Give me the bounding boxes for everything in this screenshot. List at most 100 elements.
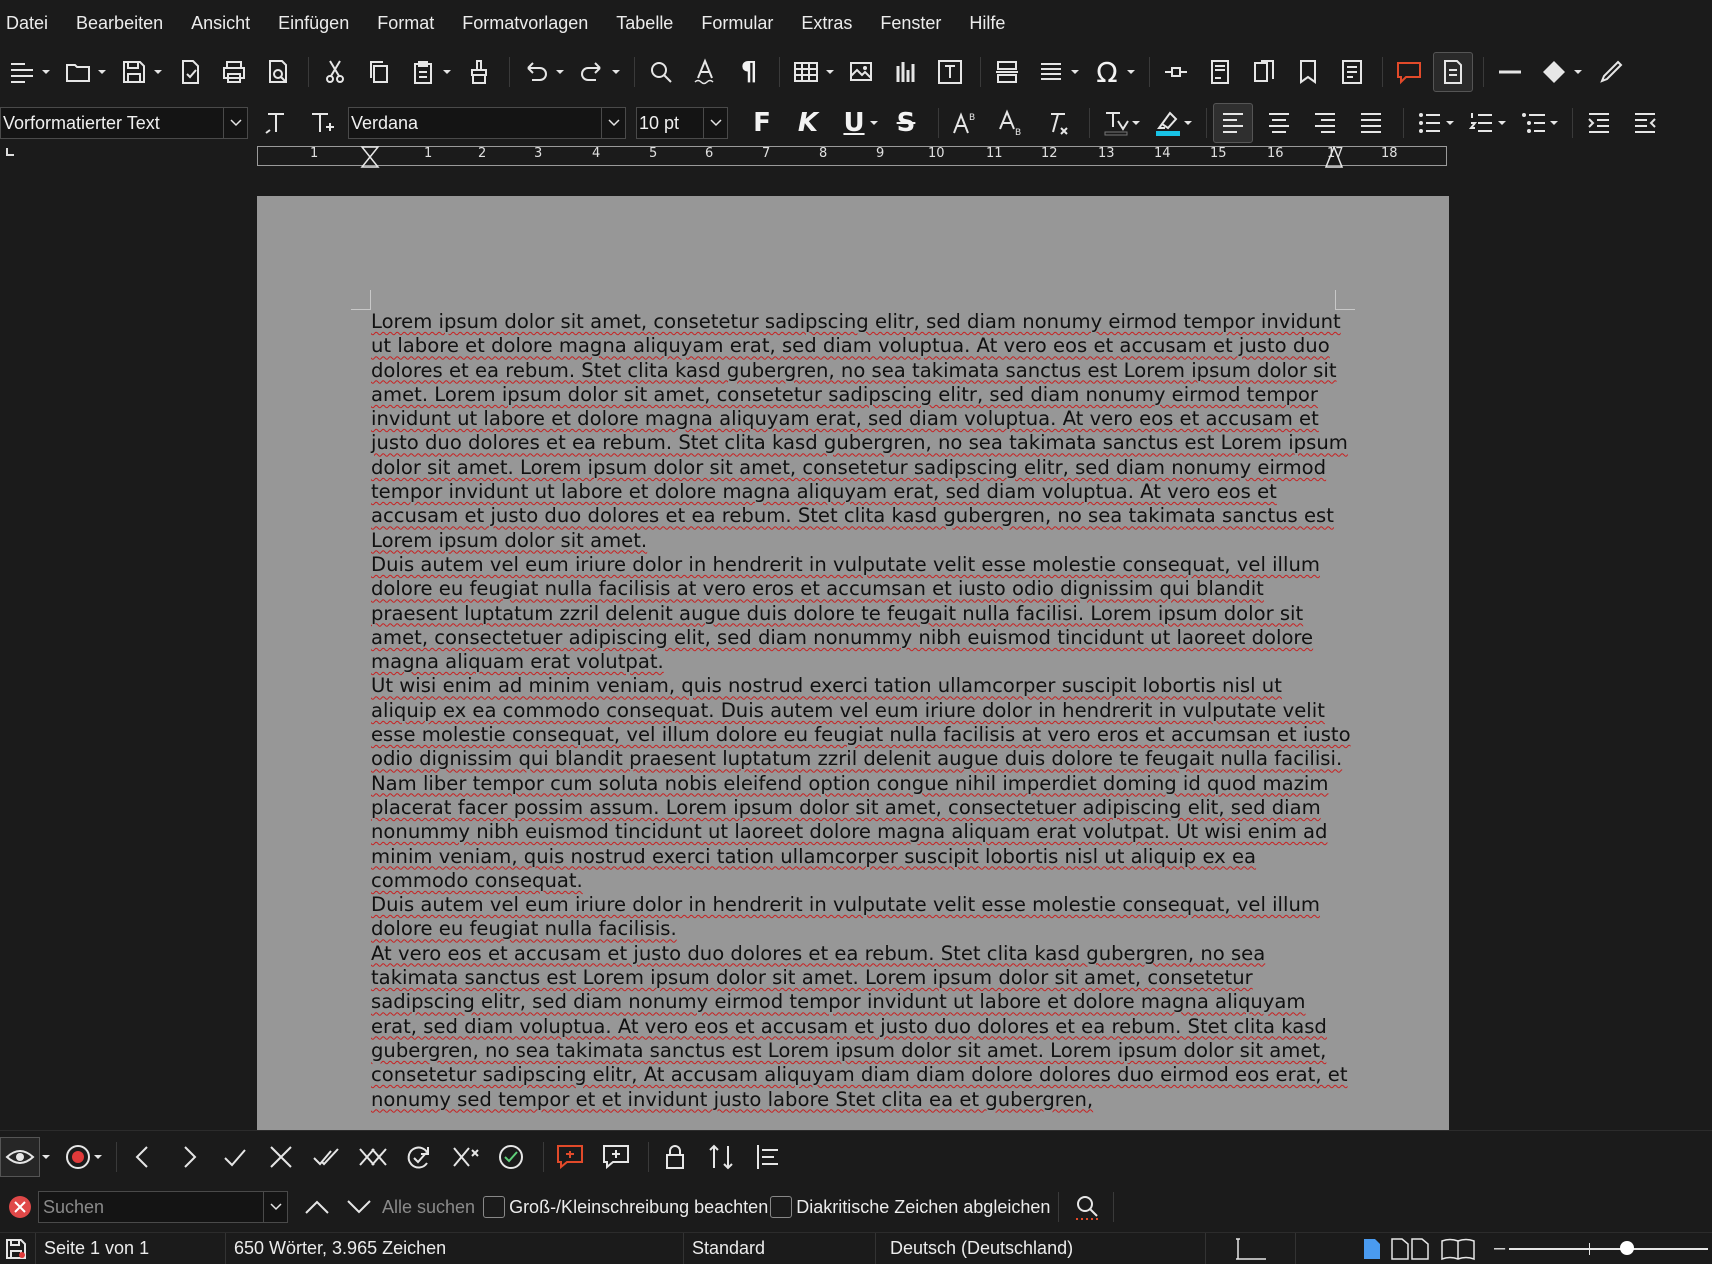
reject-change-button[interactable] <box>261 1137 301 1177</box>
special-character-button[interactable]: Ω <box>1087 52 1127 92</box>
zoom-handle[interactable] <box>1620 1240 1635 1255</box>
cut-button[interactable] <box>315 52 355 92</box>
menu-bearbeiten[interactable]: Bearbeiten <box>74 9 165 38</box>
zoom-track[interactable] <box>1509 1240 1708 1255</box>
merge-document-button[interactable] <box>701 1137 741 1177</box>
menu-hilfe[interactable]: Hilfe <box>967 9 1007 38</box>
underline-button[interactable]: U <box>834 103 874 143</box>
font-name-combo[interactable]: Verdana <box>348 107 626 139</box>
find-replace-button[interactable] <box>641 52 681 92</box>
save-button[interactable] <box>114 52 154 92</box>
sidebar-menu-button[interactable] <box>2 52 42 92</box>
document-page[interactable]: Lorem ipsum dolor sit amet, consetetur s… <box>257 196 1449 1130</box>
menu-tabelle[interactable]: Tabelle <box>614 9 675 38</box>
decrease-indent-button[interactable] <box>1625 103 1665 143</box>
menu-einfuegen[interactable]: Einfügen <box>276 9 351 38</box>
zoom-out-icon[interactable]: – <box>1494 1237 1505 1260</box>
manage-changes-button[interactable] <box>491 1137 531 1177</box>
menu-datei[interactable]: Datei <box>4 9 50 38</box>
insert-bookmark-button[interactable] <box>1288 52 1328 92</box>
reject-all-button[interactable] <box>353 1137 393 1177</box>
insert-table-button[interactable] <box>786 52 826 92</box>
page-number-status[interactable]: Seite 1 von 1 <box>36 1233 226 1264</box>
tab-stop-icon[interactable] <box>6 148 14 156</box>
page-style-status[interactable]: Standard <box>684 1233 876 1264</box>
find-all-button[interactable]: Alle suchen <box>382 1197 475 1218</box>
insert-chart-button[interactable] <box>886 52 926 92</box>
new-style-button[interactable] <box>302 103 342 143</box>
insert-image-button[interactable] <box>842 52 882 92</box>
highlight-color-button[interactable] <box>1148 103 1188 143</box>
search-input[interactable]: Suchen <box>38 1191 288 1223</box>
unordered-list-button[interactable] <box>1410 103 1450 143</box>
copy-button[interactable] <box>359 52 399 92</box>
align-left-button[interactable] <box>1213 103 1253 143</box>
find-next-icon[interactable] <box>346 1197 372 1217</box>
document-body[interactable]: Lorem ipsum dolor sit amet, consetetur s… <box>371 310 1351 1112</box>
bold-button[interactable]: F <box>742 103 782 143</box>
selection-mode-status[interactable] <box>1206 1233 1296 1264</box>
show-track-changes-button[interactable] <box>0 1136 40 1177</box>
word-count-status[interactable]: 650 Wörter, 3.965 Zeichen <box>226 1233 684 1264</box>
font-size-dropdown[interactable] <box>703 108 727 138</box>
reject-selected-button[interactable] <box>445 1137 485 1177</box>
insert-footnote-button[interactable] <box>1200 52 1240 92</box>
previous-change-button[interactable] <box>123 1137 163 1177</box>
multi-page-view-icon[interactable] <box>1390 1237 1434 1261</box>
print-button[interactable] <box>214 52 254 92</box>
print-preview-button[interactable] <box>258 52 298 92</box>
export-pdf-button[interactable] <box>170 52 210 92</box>
insert-textbox-button[interactable] <box>930 52 970 92</box>
indent-marker-icon[interactable] <box>360 146 380 168</box>
insert-line-button[interactable] <box>1490 52 1530 92</box>
font-name-dropdown[interactable] <box>601 108 625 138</box>
spelling-button[interactable] <box>685 52 725 92</box>
zoom-slider[interactable]: – <box>1490 1233 1712 1264</box>
search-history-dropdown[interactable] <box>263 1192 287 1222</box>
ordered-list-button[interactable] <box>1462 103 1502 143</box>
clone-formatting-button[interactable] <box>459 52 499 92</box>
insert-endnote-button[interactable] <box>1244 52 1284 92</box>
paragraph-style-combo[interactable]: Vorformatierter Text <box>0 107 248 139</box>
update-style-button[interactable] <box>256 103 296 143</box>
next-change-button[interactable] <box>169 1137 209 1177</box>
subscript-button[interactable]: B <box>991 103 1031 143</box>
menu-ansicht[interactable]: Ansicht <box>189 9 252 38</box>
clear-formatting-button[interactable] <box>1037 103 1077 143</box>
increase-indent-button[interactable] <box>1579 103 1619 143</box>
accept-selected-button[interactable] <box>399 1137 439 1177</box>
italic-button[interactable]: K <box>788 103 828 143</box>
insert-hyperlink-button[interactable] <box>1156 52 1196 92</box>
font-color-button[interactable] <box>1096 103 1136 143</box>
insert-page-break-button[interactable] <box>987 52 1027 92</box>
align-right-button[interactable] <box>1305 103 1345 143</box>
menu-formatvorlagen[interactable]: Formatvorlagen <box>460 9 590 38</box>
document-modified-indicator[interactable] <box>0 1233 36 1264</box>
formatting-marks-button[interactable]: ¶ <box>729 52 769 92</box>
compare-document-button[interactable] <box>596 1137 636 1177</box>
align-center-button[interactable] <box>1259 103 1299 143</box>
find-previous-icon[interactable] <box>304 1197 330 1217</box>
menu-format[interactable]: Format <box>375 9 436 38</box>
open-button[interactable] <box>58 52 98 92</box>
book-view-icon[interactable] <box>1438 1237 1478 1261</box>
insert-track-comment-button[interactable] <box>550 1137 590 1177</box>
menu-formular[interactable]: Formular <box>699 9 775 38</box>
match-case-checkbox[interactable] <box>483 1196 506 1218</box>
draw-button[interactable] <box>1590 52 1630 92</box>
paste-button[interactable] <box>403 52 443 92</box>
track-changes-button[interactable] <box>1433 52 1473 92</box>
superscript-button[interactable]: B <box>945 103 985 143</box>
close-find-bar-icon[interactable] <box>8 1195 32 1219</box>
outline-list-button[interactable] <box>1514 103 1554 143</box>
menu-fenster[interactable]: Fenster <box>878 9 943 38</box>
justify-button[interactable] <box>1351 103 1391 143</box>
language-status[interactable]: Deutsch (Deutschland) <box>876 1233 1206 1264</box>
protect-changes-button[interactable] <box>655 1137 695 1177</box>
paragraph-style-dropdown[interactable] <box>223 108 247 138</box>
show-track-changes-dropdown[interactable] <box>40 1137 52 1177</box>
font-size-combo[interactable]: 10 pt <box>636 107 728 139</box>
accept-all-button[interactable] <box>307 1137 347 1177</box>
strikethrough-button[interactable]: S <box>886 103 926 143</box>
basic-shapes-button[interactable] <box>1534 52 1574 92</box>
